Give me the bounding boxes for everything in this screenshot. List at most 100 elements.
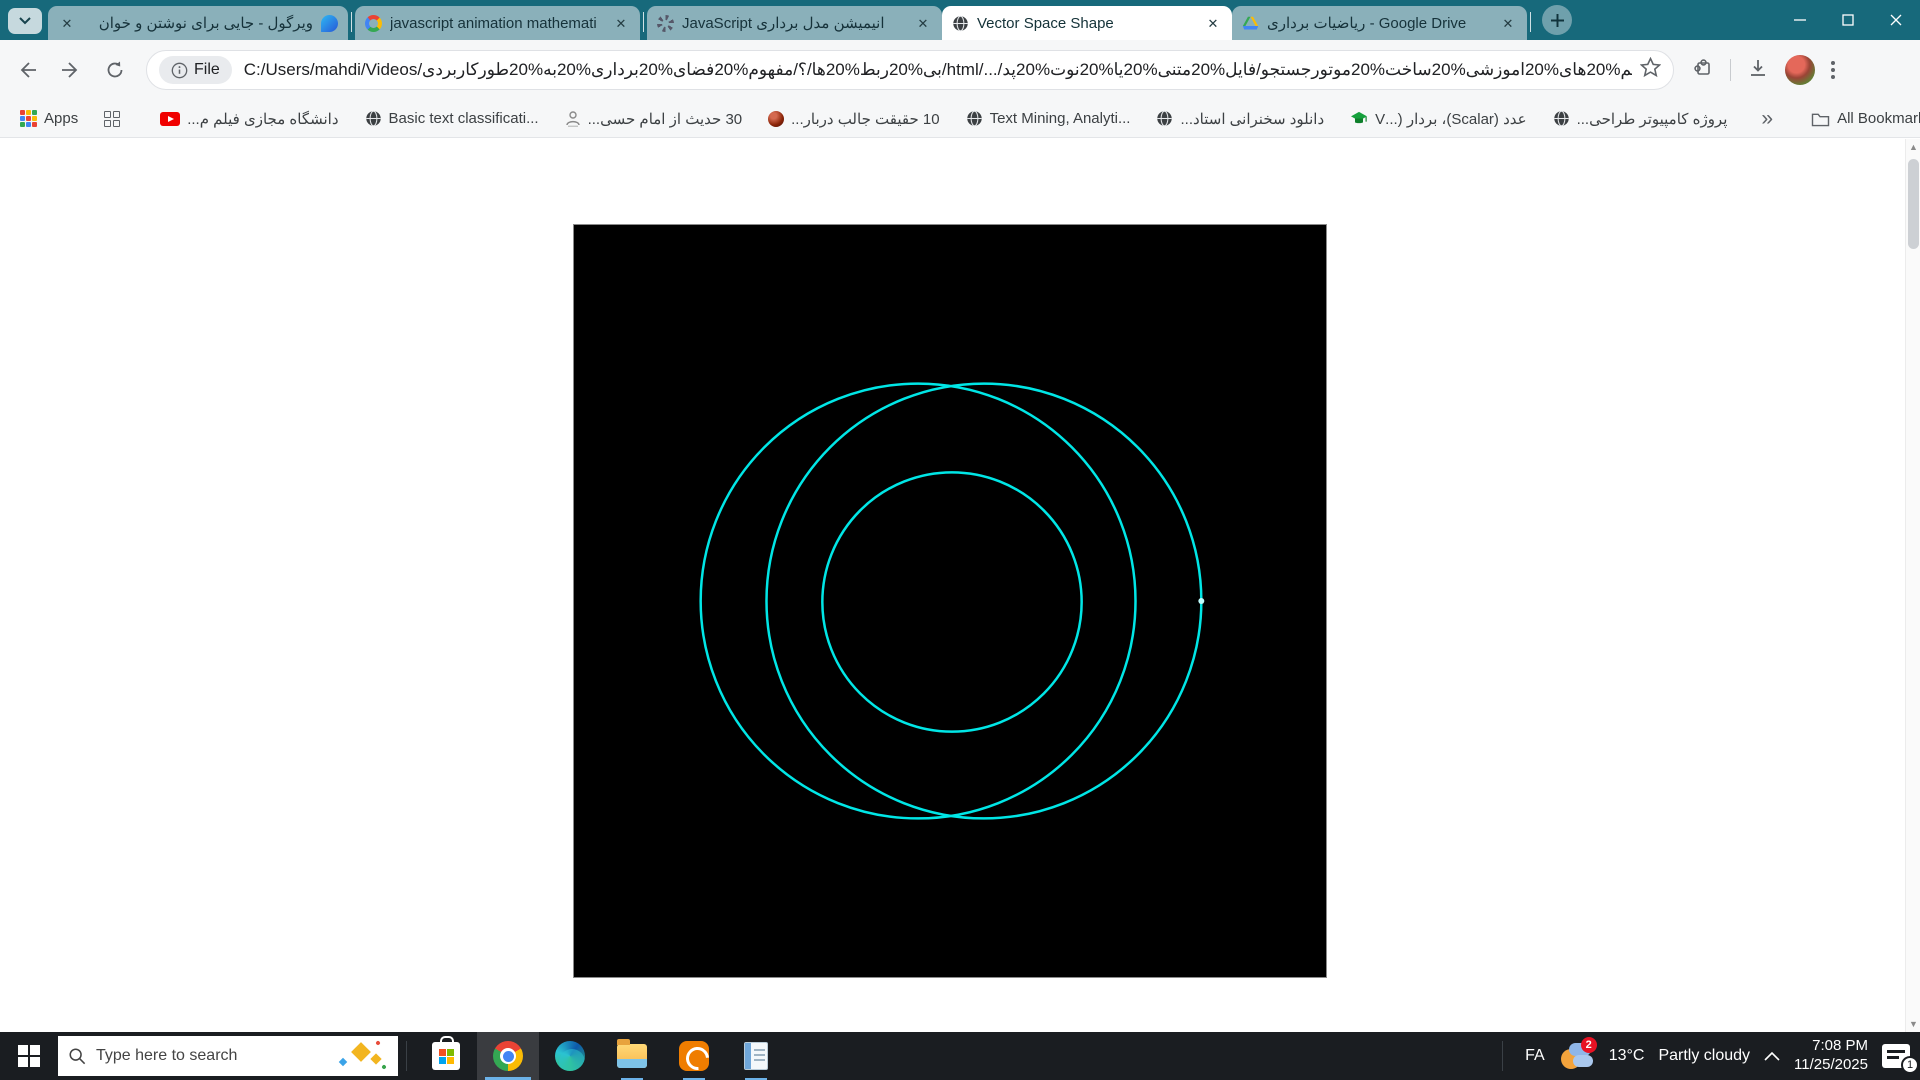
download-icon — [1747, 57, 1769, 79]
virgool-icon — [321, 15, 338, 32]
tab-title: Vector Space Shape — [977, 15, 1196, 32]
chip-label: File — [194, 61, 220, 79]
all-bookmarks-button[interactable]: All Bookmarks — [1803, 106, 1920, 131]
tab-divider — [643, 12, 644, 32]
bookmark-facts[interactable]: 10 حقیقت جالب دربار... — [760, 106, 947, 132]
scrollbar-thumb[interactable] — [1908, 159, 1919, 249]
minimize-button[interactable] — [1776, 0, 1824, 40]
tab-google-search[interactable]: javascript animation mathemati ✕ — [355, 6, 640, 40]
bookmark-virtual-university[interactable]: دانشگاه مجازی فیلم م... — [152, 106, 346, 132]
new-tab-button[interactable] — [1542, 5, 1572, 35]
bookmarks-overflow-button[interactable]: » — [1755, 107, 1779, 131]
microsoft-store-icon — [432, 1042, 460, 1070]
notification-badge: 1 — [1901, 1056, 1919, 1074]
forward-button[interactable] — [54, 53, 88, 87]
search-highlights-icon[interactable] — [336, 1039, 388, 1073]
notepad-icon — [744, 1042, 768, 1070]
tab-close-icon[interactable]: ✕ — [58, 14, 76, 32]
weather-icon[interactable]: 2 — [1559, 1041, 1595, 1071]
bookmark-lecture-download[interactable]: دانلود سخنرانی استاد... — [1148, 106, 1332, 132]
profile-avatar[interactable] — [1785, 55, 1815, 85]
close-icon — [1890, 14, 1902, 26]
bookmark-text-mining[interactable]: Text Mining, Analyti... — [958, 106, 1139, 131]
tab-chatgpt[interactable]: JavaScript انیمیشن مدل برداری ✕ — [647, 6, 942, 40]
bookmark-label: 10 حقیقت جالب دربار... — [791, 110, 939, 128]
bookmark-grid[interactable] — [96, 107, 128, 131]
bookmark-hadith[interactable]: 30 حدیث از امام حسی... — [557, 106, 751, 132]
address-bar[interactable]: File C:/Users/mahdi/Videos/بی%20ربط%20ها… — [146, 50, 1674, 90]
taskbar-app-chrome[interactable] — [477, 1032, 539, 1080]
bookmark-computer-project[interactable]: پروژه کامپیوتر طراحی... — [1545, 106, 1736, 132]
scroll-down-arrow[interactable]: ▼ — [1906, 1016, 1920, 1032]
bookmark-apps[interactable]: Apps — [12, 106, 86, 131]
apps-grid-icon — [20, 110, 37, 127]
notification-center-icon[interactable]: 1 — [1882, 1044, 1910, 1068]
back-icon — [17, 60, 37, 80]
tab-divider — [1530, 12, 1531, 32]
google-icon — [365, 15, 382, 32]
tab-close-icon[interactable]: ✕ — [914, 14, 932, 32]
eitaa-icon — [679, 1041, 709, 1071]
tab-title: ریاضیات برداری - Google Drive — [1267, 14, 1491, 32]
menu-button[interactable] — [1831, 61, 1835, 79]
tab-google-drive[interactable]: ریاضیات برداری - Google Drive ✕ — [1232, 6, 1527, 40]
bookmark-star-icon[interactable] — [1640, 57, 1661, 83]
bookmark-label: پروژه کامپیوتر طراحی... — [1577, 110, 1728, 128]
globe-icon — [1553, 110, 1570, 127]
reload-button[interactable] — [98, 53, 132, 87]
windows-logo-icon — [18, 1045, 40, 1067]
maximize-button[interactable] — [1824, 0, 1872, 40]
tab-title: JavaScript انیمیشن مدل برداری — [682, 14, 906, 32]
taskbar-app-eitaa[interactable] — [663, 1032, 725, 1080]
tray-chevron-up-icon[interactable] — [1764, 1051, 1780, 1061]
start-button[interactable] — [0, 1032, 58, 1080]
tab-virgool[interactable]: ✕ ویرگول - جایی برای نوشتن و خوان — [48, 6, 348, 40]
folder-icon — [1811, 111, 1830, 127]
file-scheme-chip[interactable]: File — [159, 56, 232, 84]
scroll-up-arrow[interactable]: ▲ — [1906, 139, 1920, 155]
window-controls — [1776, 0, 1920, 40]
maximize-icon — [1842, 14, 1854, 26]
chatgpt-icon — [657, 15, 674, 32]
grad-cap-icon — [1350, 111, 1368, 127]
vector-shape-canvas — [573, 224, 1327, 978]
taskbar-search[interactable]: Type here to search — [58, 1036, 398, 1076]
taskbar-app-notepad[interactable] — [725, 1032, 787, 1080]
tab-search-button[interactable] — [8, 8, 42, 34]
bookmark-label: دانلود سخنرانی استاد... — [1180, 110, 1324, 128]
url-text[interactable]: C:/Users/mahdi/Videos/بی%20ربط%20ها/؟/مف… — [244, 60, 1632, 80]
bookmark-scalar-vector[interactable]: عدد (Scalar)، بردار (...V — [1342, 106, 1534, 132]
close-button[interactable] — [1872, 0, 1920, 40]
taskbar-app-microsoft-store[interactable] — [415, 1032, 477, 1080]
globe-icon — [952, 15, 969, 32]
page-scrollbar[interactable]: ▲ ▼ — [1905, 139, 1920, 1032]
taskbar-clock[interactable]: 7:08 PM 11/25/2025 — [1794, 1037, 1868, 1075]
language-indicator[interactable]: FA — [1525, 1047, 1545, 1065]
extensions-button[interactable] — [1692, 57, 1714, 84]
tab-close-icon[interactable]: ✕ — [612, 14, 630, 32]
all-bookmarks-label: All Bookmarks — [1837, 110, 1920, 127]
downloads-button[interactable] — [1747, 57, 1769, 84]
bookmark-label: Text Mining, Analyti... — [990, 110, 1131, 127]
weather-condition[interactable]: Partly cloudy — [1658, 1047, 1750, 1065]
taskbar-app-file-explorer[interactable] — [601, 1032, 663, 1080]
search-placeholder: Type here to search — [96, 1047, 237, 1065]
toolbar-separator — [1730, 59, 1731, 81]
tab-title: ویرگول - جایی برای نوشتن و خوان — [84, 14, 313, 32]
bookmark-label: Apps — [44, 110, 78, 127]
browser-tab-strip: ✕ ویرگول - جایی برای نوشتن و خوان javasc… — [0, 0, 1920, 40]
vector-canvas-svg — [574, 225, 1326, 977]
sketch-icon — [565, 110, 581, 127]
grid-outline-icon — [104, 111, 120, 127]
bookmark-label: عدد (Scalar)، بردار (...V — [1375, 110, 1526, 128]
taskbar-app-edge[interactable] — [539, 1032, 601, 1080]
tab-close-icon[interactable]: ✕ — [1204, 14, 1222, 32]
tab-close-icon[interactable]: ✕ — [1499, 14, 1517, 32]
chrome-icon — [493, 1041, 523, 1071]
back-button[interactable] — [10, 53, 44, 87]
bookmark-basic-text-classification[interactable]: Basic text classificati... — [357, 106, 547, 131]
weather-temperature[interactable]: 13°C — [1609, 1047, 1645, 1065]
tab-divider — [351, 12, 352, 32]
bookmark-label: دانشگاه مجازی فیلم م... — [187, 110, 338, 128]
tab-vector-space-shape[interactable]: Vector Space Shape ✕ — [942, 6, 1232, 40]
